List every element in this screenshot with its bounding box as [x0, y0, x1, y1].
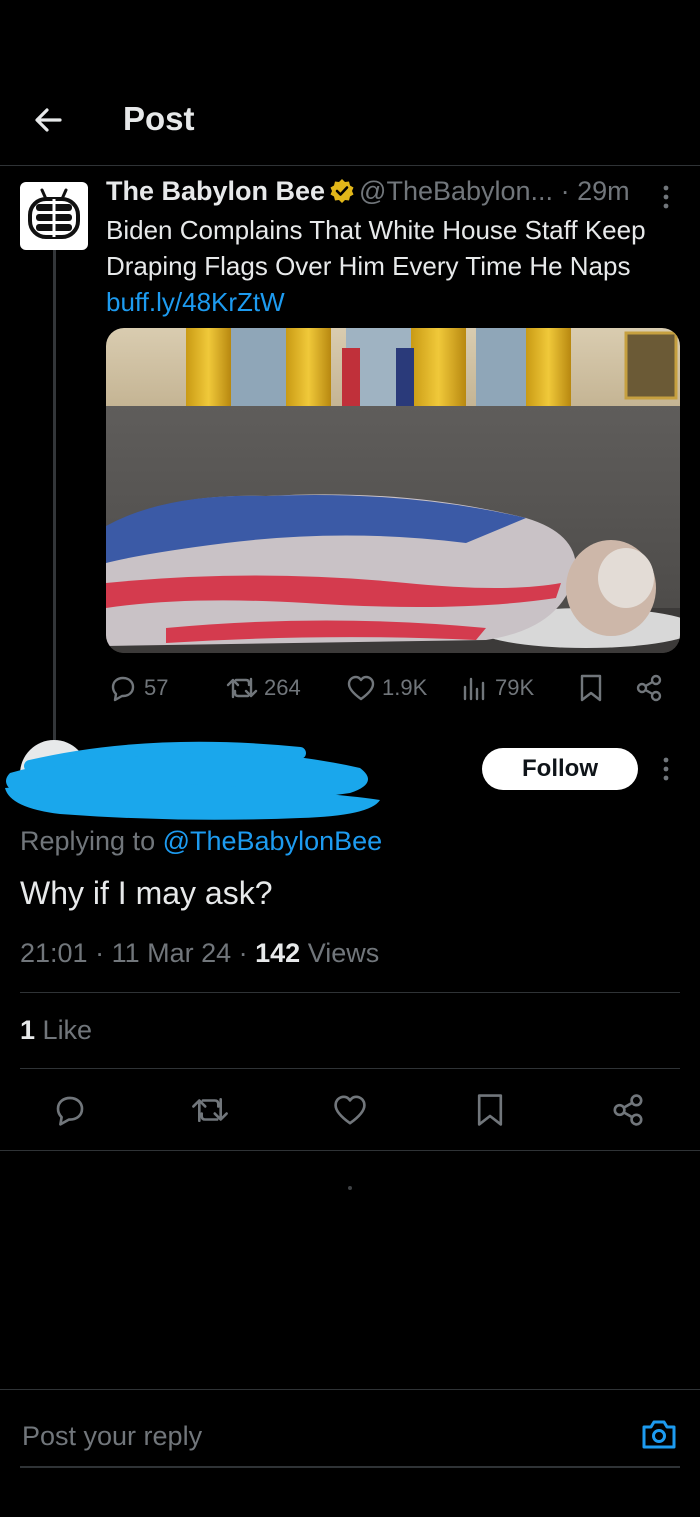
reply-meta: 21:01 · 11 Mar 24 · 142 Views [20, 938, 380, 968]
share-action[interactable] [634, 668, 664, 708]
more-icon [663, 757, 669, 781]
share-icon [636, 674, 662, 702]
tweet-time: · 29m [560, 176, 630, 206]
loading-dot [348, 1186, 352, 1190]
reply-date[interactable]: 11 Mar 24 [112, 938, 232, 968]
more-icon [663, 185, 669, 209]
reply-likes-label: Like [42, 1015, 93, 1045]
divider [20, 992, 680, 993]
author-name[interactable]: The Babylon Bee [106, 176, 325, 206]
back-button[interactable] [28, 100, 68, 140]
tweet-more-button[interactable] [656, 180, 676, 214]
repost-icon [192, 1098, 228, 1122]
back-arrow-icon [35, 108, 62, 132]
repost-count: 264 [264, 675, 301, 700]
reply-actions [0, 1088, 700, 1132]
reply-count: 57 [144, 675, 169, 700]
bookmark-action[interactable] [578, 668, 604, 708]
redaction-scribble [5, 741, 380, 820]
reply-input[interactable] [20, 1410, 624, 1462]
repost-action[interactable]: 264 [226, 668, 301, 708]
input-underline [20, 1466, 680, 1468]
babylon-bee-avatar[interactable] [20, 182, 88, 250]
camera-button[interactable] [640, 1415, 678, 1453]
reply-more-button[interactable] [656, 752, 676, 786]
verified-badge-icon [329, 178, 355, 204]
like-icon [347, 675, 375, 701]
thread-line [53, 250, 56, 740]
bee-logo-icon [28, 188, 80, 239]
replying-to: Replying to @TheBabylonBee [20, 826, 382, 857]
tweet-link[interactable]: buff.ly/48KrZtW [106, 287, 285, 317]
like-count: 1.9K [382, 675, 428, 700]
tweet-body: Biden Complains That White House Staff K… [106, 215, 646, 281]
reply-icon [111, 676, 135, 702]
tweet-image[interactable] [106, 328, 680, 653]
reply-icon [56, 1096, 84, 1126]
repost-icon [226, 677, 258, 699]
reply-time[interactable]: 21:01 [20, 938, 88, 968]
tweet-header: The Babylon Bee @TheBabylon... · 29m [106, 176, 630, 207]
reply-action[interactable]: 57 [108, 668, 168, 708]
reply-likes-count: 1 [20, 1015, 36, 1045]
like-action[interactable]: 1.9K [346, 668, 427, 708]
bookmark-button[interactable] [468, 1088, 512, 1132]
page-title: Post [123, 100, 195, 137]
bookmark-icon [477, 1094, 503, 1126]
replying-mention[interactable]: @TheBabylonBee [163, 826, 383, 856]
reply-views-count: 142 [255, 938, 301, 968]
author-handle[interactable]: @TheBabylon... [359, 176, 553, 206]
reply-button[interactable] [48, 1088, 92, 1132]
reply-text: Why if I may ask? [20, 875, 273, 911]
bookmark-icon [580, 674, 602, 702]
follow-button[interactable]: Follow [482, 748, 638, 790]
reply-likes[interactable]: 1 Like [20, 1015, 92, 1046]
divider [0, 1389, 700, 1390]
camera-icon [642, 1420, 676, 1449]
replying-prefix: Replying to [20, 826, 163, 856]
repost-button[interactable] [188, 1088, 232, 1132]
flag-draped-sofa-image [106, 328, 680, 653]
like-icon [334, 1095, 366, 1125]
tweet-text: Biden Complains That White House Staff K… [106, 212, 676, 320]
divider [0, 1150, 700, 1151]
views-icon [463, 677, 485, 701]
views-count: 79K [495, 675, 535, 700]
tweet-actions: 57 264 1.9K 79K [106, 668, 680, 708]
views-action[interactable]: 79K [461, 668, 534, 708]
divider [20, 1068, 680, 1069]
share-button[interactable] [606, 1088, 650, 1132]
like-button[interactable] [328, 1088, 372, 1132]
reply-views-label: Views [307, 938, 380, 968]
top-bar [0, 70, 700, 166]
share-icon [613, 1094, 643, 1126]
